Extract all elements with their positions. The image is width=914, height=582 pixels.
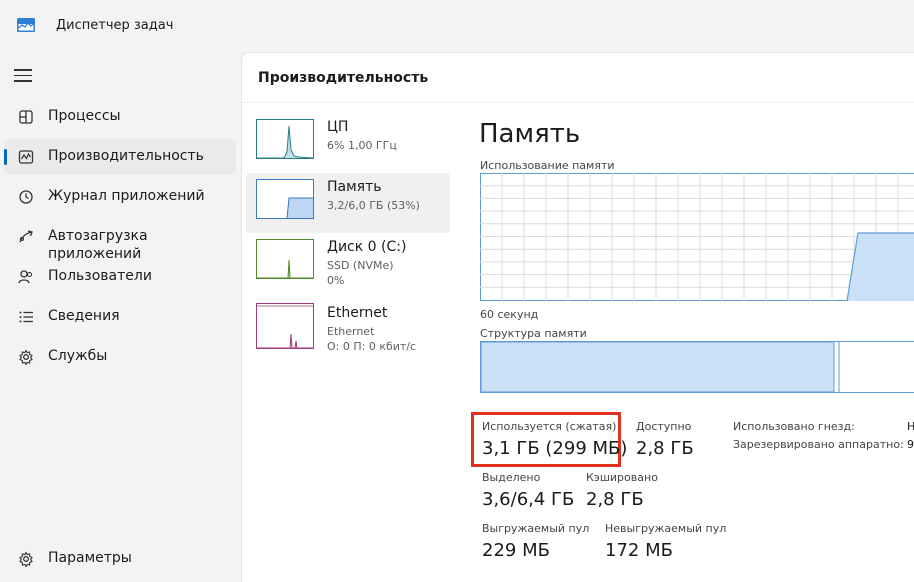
available-label: Доступно (636, 420, 691, 433)
nonpaged-pool-value: 172 МБ (605, 540, 673, 561)
window-title: Диспетчер задач (56, 18, 173, 33)
perf-item-subtitle: 3,2/6,0 ГБ (53%) (327, 199, 420, 212)
memory-structure-bar (480, 341, 914, 393)
disk-thumbnail-graph (256, 239, 314, 279)
page-title: Производительность (258, 70, 428, 86)
memory-usage-graph (480, 173, 914, 301)
title-bar: Диспетчер задач (0, 0, 914, 52)
memory-thumbnail-graph (256, 179, 314, 219)
nav-item-label: Пользователи (48, 268, 152, 284)
perf-item-disk[interactable]: Диск 0 (C:) SSD (NVMe) 0% (246, 233, 450, 293)
perf-item-title: Диск 0 (C:) (327, 239, 406, 255)
perf-item-subtitle: 6% 1,00 ГГц (327, 139, 397, 152)
nav-item-details[interactable]: Сведения (4, 299, 236, 335)
detail-title: Память (479, 119, 580, 149)
perf-item-subtitle: Ethernet (327, 325, 374, 338)
nav-item-performance[interactable]: Производительность (4, 139, 236, 175)
perf-item-value: О: 0 П: 0 кбит/с (327, 340, 416, 353)
processes-icon (18, 109, 34, 125)
cached-label: Кэшировано (586, 471, 658, 484)
startup-apps-icon (18, 229, 34, 245)
perf-item-ethernet[interactable]: Ethernet Ethernet О: 0 П: 0 кбит/с (246, 299, 450, 359)
nav-item-label: Сведения (48, 308, 120, 324)
services-icon (18, 349, 34, 365)
hamburger-menu-icon[interactable] (14, 69, 32, 83)
perf-item-memory[interactable]: Память 3,2/6,0 ГБ (53%) (246, 173, 450, 233)
hardware-reserved-value: 9, (907, 438, 914, 451)
users-icon (18, 269, 34, 285)
nav-item-label: Параметры (48, 550, 132, 566)
nonpaged-pool-label: Невыгружаемый пул (605, 522, 726, 535)
hardware-reserved-label: Зарезервировано аппаратно: (733, 438, 904, 451)
in-use-label: Используется (сжатая) (482, 420, 616, 433)
available-value: 2,8 ГБ (636, 438, 694, 459)
perf-item-title: Память (327, 179, 382, 195)
nav-item-services[interactable]: Службы (4, 339, 236, 375)
perf-item-title: ЦП (327, 119, 348, 135)
details-icon (18, 309, 34, 325)
active-indicator (4, 149, 7, 165)
perf-item-cpu[interactable]: ЦП 6% 1,00 ГГц (246, 113, 450, 173)
structure-label: Структура памяти (480, 327, 587, 340)
nav-pane: Процессы Производительность Журнал прило… (0, 52, 240, 581)
nav-item-settings[interactable]: Параметры (4, 541, 236, 577)
nav-item-label: Процессы (48, 108, 121, 124)
usage-graph-label: Использование памяти (480, 159, 615, 172)
nav-item-label: Автозагрузка приложений (48, 227, 198, 263)
perf-item-title: Ethernet (327, 305, 387, 321)
nav-item-label: Службы (48, 348, 107, 364)
in-use-value: 3,1 ГБ (299 МБ) (482, 438, 627, 459)
nav-item-label: Производительность (48, 148, 204, 164)
slots-used-label: Использовано гнезд: (733, 420, 855, 433)
performance-icon (18, 149, 34, 165)
cached-value: 2,8 ГБ (586, 489, 644, 510)
nav-item-processes[interactable]: Процессы (4, 99, 236, 135)
committed-label: Выделено (482, 471, 540, 484)
perf-item-value: 0% (327, 274, 344, 287)
nav-item-app-history[interactable]: Журнал приложений (4, 179, 236, 215)
memory-detail: Память Использование памяти (479, 103, 914, 582)
committed-value: 3,6/6,4 ГБ (482, 489, 574, 510)
task-manager-icon (17, 18, 35, 32)
time-axis-label: 60 секунд (480, 308, 538, 321)
content-pane: Производительность ЦП 6% 1,00 ГГц Память… (241, 52, 914, 582)
nav-item-label: Журнал приложений (48, 188, 205, 204)
paged-pool-value: 229 МБ (482, 540, 550, 561)
app-history-icon (18, 189, 34, 205)
paged-pool-label: Выгружаемый пул (482, 522, 589, 535)
settings-gear-icon (18, 551, 34, 567)
cpu-thumbnail-graph (256, 119, 314, 159)
perf-item-subtitle: SSD (NVMe) (327, 259, 394, 272)
ethernet-thumbnail-graph (256, 303, 314, 349)
nav-item-users[interactable]: Пользователи (4, 259, 236, 295)
slots-used-value: Н (907, 420, 914, 433)
performance-list: ЦП 6% 1,00 ГГц Память 3,2/6,0 ГБ (53%) Д… (242, 103, 452, 582)
